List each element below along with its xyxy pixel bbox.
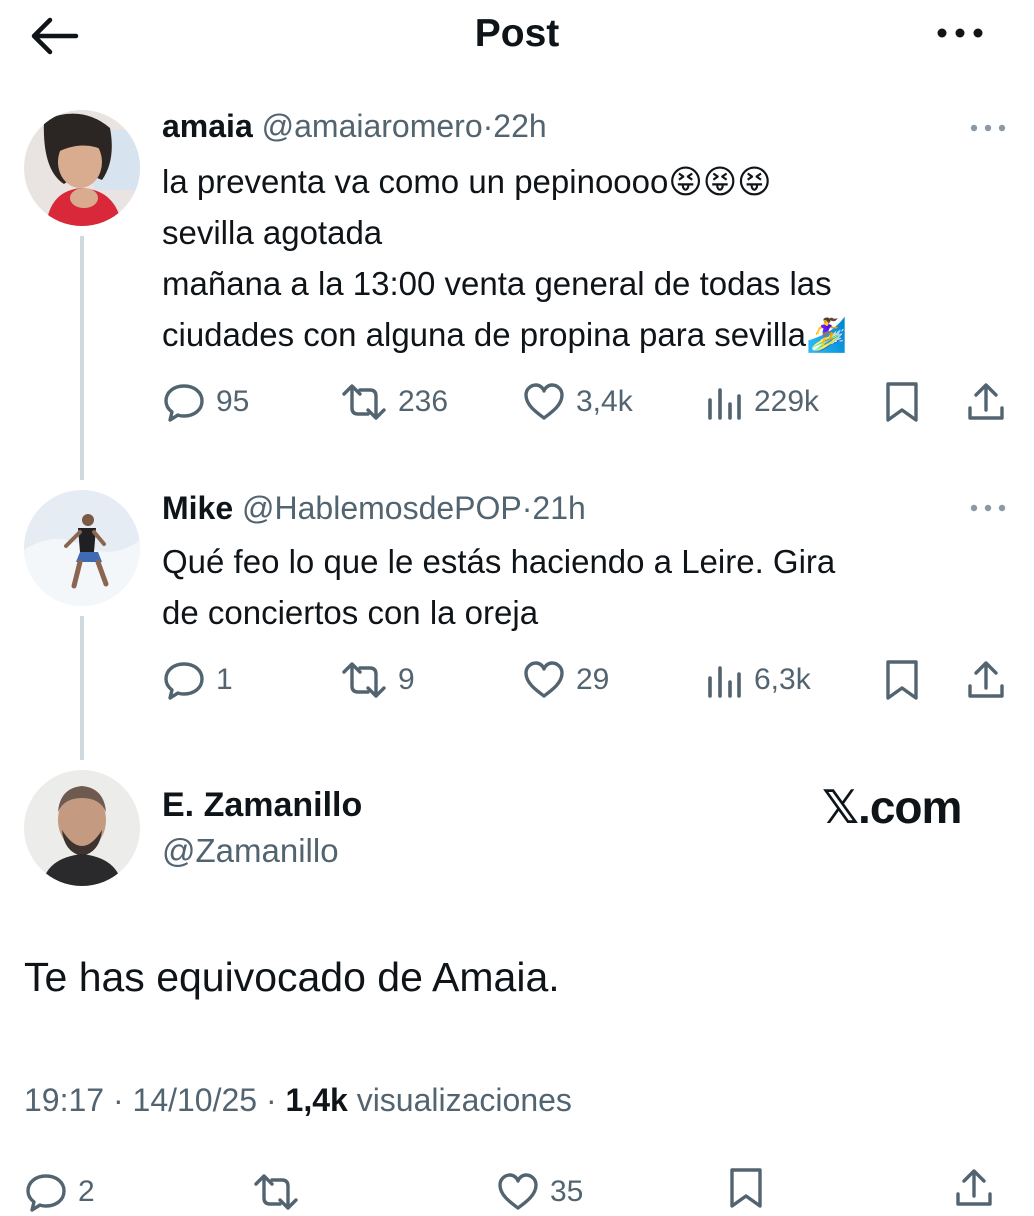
bookmark-icon (730, 1168, 762, 1208)
more-horizontal-icon (937, 28, 983, 38)
reply-count: 1 (216, 663, 233, 696)
timestamp[interactable]: 22h (493, 108, 546, 144)
bookmark-icon (886, 382, 918, 422)
views-label: visualizaciones (347, 1082, 572, 1118)
speech-bubble-icon (164, 384, 204, 422)
views-button[interactable]: 6,3k (704, 656, 811, 704)
repost-count: 9 (398, 663, 415, 696)
speech-bubble-icon (164, 662, 204, 700)
reply-button[interactable]: 95 (162, 378, 249, 426)
like-count: 35 (550, 1175, 584, 1208)
reply-count: 95 (216, 385, 250, 418)
reply-button[interactable]: 1 (162, 656, 233, 704)
views-count: 229k (754, 385, 820, 418)
tweet-line: Qué feo lo que le estás haciendo a Leire… (162, 543, 836, 580)
author-handle[interactable]: @Zamanillo (162, 832, 339, 870)
bookmark-button[interactable] (724, 1164, 768, 1212)
tweet-meta: Mike @HablemosdePOP·21h (162, 490, 586, 526)
like-button[interactable]: 3,4k (522, 378, 633, 426)
like-button[interactable]: 29 (522, 656, 609, 704)
tweet-line: mañana a la 13:00 venta general de todas… (162, 265, 832, 302)
author-name[interactable]: amaia (162, 108, 253, 144)
tweet-text: la preventa va como un pepinoooo😝😝😝 sevi… (162, 156, 1012, 360)
tweet-more-button[interactable] (966, 498, 1010, 518)
heart-icon (498, 1173, 538, 1210)
repost-button[interactable]: 9 (340, 656, 415, 704)
post-text: Te has equivocado de Amaia. (24, 954, 560, 1000)
share-icon (968, 661, 1004, 698)
share-icon (968, 383, 1004, 420)
page-title: Post (474, 12, 560, 55)
bookmark-button[interactable] (880, 378, 924, 426)
avatar[interactable] (24, 490, 140, 606)
avatar[interactable] (24, 110, 140, 226)
repost-icon (342, 384, 386, 420)
like-count: 3,4k (576, 385, 633, 418)
more-options-button[interactable] (930, 18, 990, 48)
bookmark-icon (886, 660, 918, 700)
reply-button[interactable]: 2 (24, 1168, 95, 1216)
heart-icon (524, 383, 564, 420)
author-handle[interactable]: @HablemosdePOP (242, 490, 522, 526)
repost-icon (342, 662, 386, 698)
author-name[interactable]: E. Zamanillo (162, 786, 362, 825)
thread-line (80, 236, 84, 480)
views-count: 1,4k (285, 1082, 348, 1118)
bar-chart-icon (708, 666, 741, 698)
tweet-line: ciudades con alguna de propina para sevi… (162, 316, 848, 353)
share-button[interactable] (964, 378, 1008, 426)
speech-bubble-icon (26, 1174, 66, 1212)
repost-icon (254, 1174, 298, 1210)
share-button[interactable] (964, 656, 1008, 704)
views-button[interactable]: 229k (704, 378, 819, 426)
tweet-meta: amaia @amaiaromero·22h (162, 108, 547, 144)
tweet-line: de conciertos con la oreja (162, 594, 539, 631)
post-timestamp[interactable]: 19:17 · 14/10/25 · (24, 1082, 286, 1118)
repost-count: 236 (398, 385, 449, 418)
author-name[interactable]: Mike (162, 490, 233, 526)
x-logo: 𝕏.com (822, 781, 962, 833)
repost-button[interactable]: 236 (340, 378, 448, 426)
tweet-more-button[interactable] (966, 118, 1010, 138)
more-horizontal-icon (970, 504, 1006, 512)
tweet-line: sevilla agotada (162, 214, 383, 251)
bookmark-button[interactable] (880, 656, 924, 704)
avatar[interactable] (24, 770, 140, 886)
reply-count: 2 (78, 1175, 95, 1208)
timestamp[interactable]: 21h (532, 490, 585, 526)
tweet-text: Qué feo lo que le estás haciendo a Leire… (162, 536, 1012, 638)
bar-chart-icon (708, 388, 741, 420)
views-count: 6,3k (754, 663, 811, 696)
repost-button[interactable] (252, 1168, 300, 1216)
share-button[interactable] (952, 1164, 996, 1212)
share-icon (956, 1169, 992, 1206)
heart-icon (524, 661, 564, 698)
like-count: 29 (576, 663, 610, 696)
more-horizontal-icon (970, 124, 1006, 132)
like-button[interactable]: 35 (496, 1168, 583, 1216)
author-handle[interactable]: @amaiaromero (262, 108, 483, 144)
post-timestamp-line: 19:17 · 14/10/25 · 1,4k visualizaciones (24, 1082, 572, 1119)
thread-line (80, 616, 84, 760)
tweet-line: la preventa va como un pepinoooo😝😝😝 (162, 163, 772, 200)
